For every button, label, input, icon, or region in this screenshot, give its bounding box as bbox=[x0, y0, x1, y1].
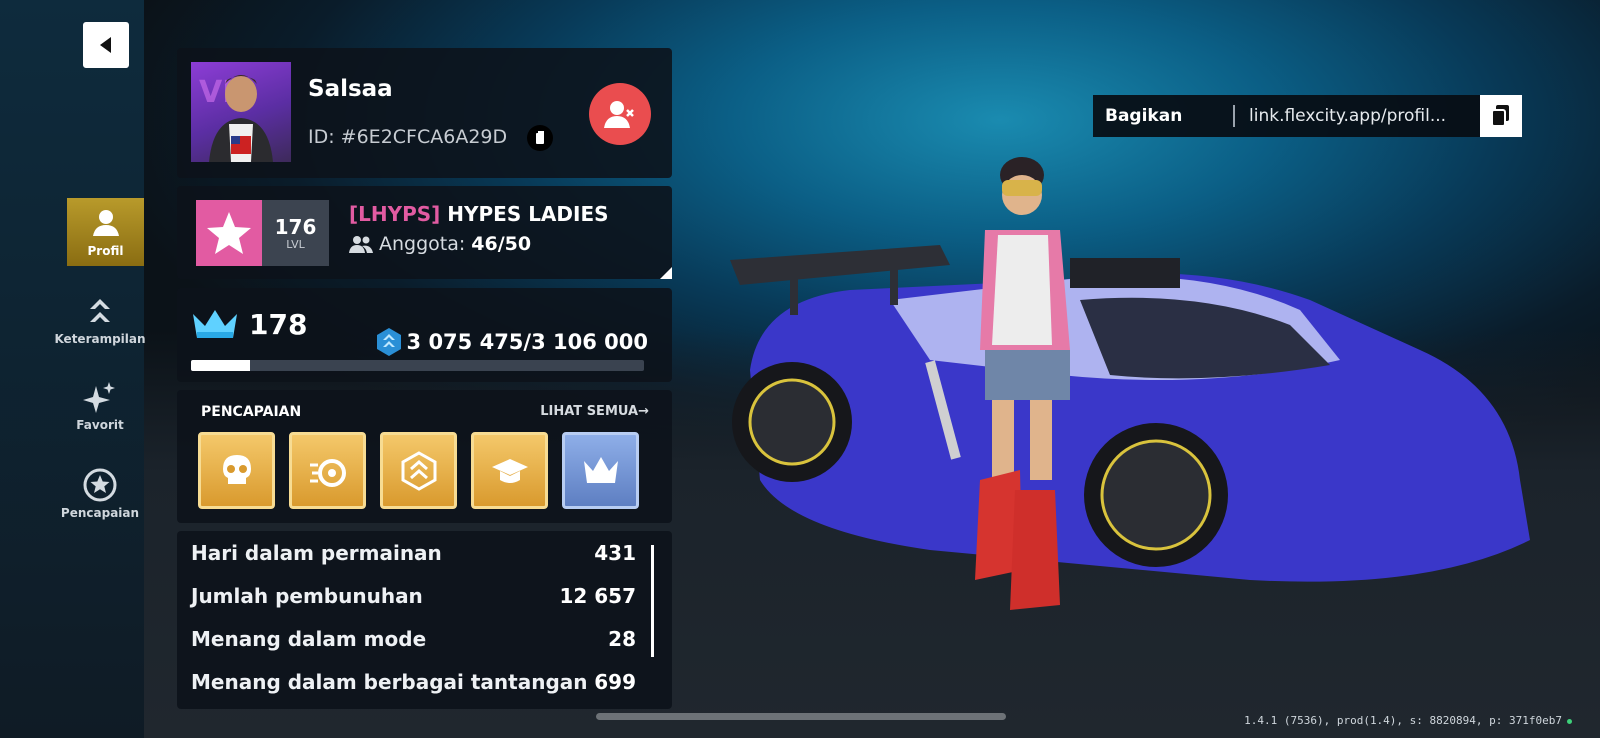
share-bar: Bagikan link.flexcity.app/profil... bbox=[1093, 95, 1522, 137]
rank-value: 178 bbox=[249, 308, 308, 341]
clan-level-value: 176 bbox=[274, 214, 317, 239]
achievement-badge[interactable] bbox=[562, 432, 639, 509]
share-copy-button[interactable] bbox=[1480, 95, 1522, 137]
achievement-badge[interactable] bbox=[471, 432, 548, 509]
clan-level-badge: 176 LVL bbox=[196, 200, 329, 266]
version-text: 1.4.1 (7536), prod(1.4), s: 8820894, p: … bbox=[1244, 714, 1562, 727]
clan-title: HYPES LADIES bbox=[447, 202, 609, 226]
sidebar-item-profil[interactable]: Profil bbox=[67, 198, 144, 266]
rank-xp: 3 075 475/3 106 000 bbox=[376, 328, 648, 356]
xp-progress-fill bbox=[191, 360, 250, 371]
achievements-card: PENCAPAIAN LIHAT SEMUA→ bbox=[177, 390, 672, 523]
stat-label: Hari dalam permainan bbox=[191, 541, 442, 565]
rank-card: 178 3 075 475/3 106 000 bbox=[177, 288, 672, 382]
graduation-cap-icon bbox=[491, 458, 528, 483]
clan-members: Anggota: 46/50 bbox=[349, 233, 531, 255]
sidebar-item-label: Profil bbox=[87, 244, 124, 258]
remove-user-icon bbox=[604, 101, 634, 128]
members-icon bbox=[349, 236, 373, 253]
back-button[interactable] bbox=[83, 22, 129, 68]
clan-level: 176 LVL bbox=[262, 200, 329, 266]
stats-scrollbar[interactable] bbox=[651, 545, 654, 657]
share-url[interactable]: link.flexcity.app/profil... bbox=[1235, 106, 1480, 126]
sidebar-item-label: Favorit bbox=[76, 418, 124, 432]
stat-label: Menang dalam berbagai tantangan bbox=[191, 670, 588, 694]
achievements-title: PENCAPAIAN bbox=[201, 404, 302, 420]
clan-card[interactable]: 176 LVL [LHYPS] HYPES LADIES Anggota: 46… bbox=[177, 186, 672, 279]
character-car-scene bbox=[730, 157, 1530, 610]
status-dot bbox=[1567, 719, 1572, 724]
clan-expand-corner bbox=[660, 267, 672, 279]
sidebar-item-keterampilan[interactable]: Keterampilan bbox=[54, 286, 146, 354]
see-all-link[interactable]: LIHAT SEMUA→ bbox=[540, 404, 649, 419]
player-id: ID: #6E2CFCA6A29D bbox=[308, 126, 508, 148]
sidebar-item-label: Keterampilan bbox=[54, 332, 146, 346]
clan-tag: [LHYPS] bbox=[349, 202, 441, 226]
stats-card: Hari dalam permainan 431 Jumlah pembunuh… bbox=[177, 531, 672, 709]
clan-star-emblem bbox=[196, 200, 262, 266]
stat-value: 699 bbox=[594, 670, 636, 694]
xp-progress-bar bbox=[191, 360, 644, 371]
home-indicator[interactable] bbox=[596, 713, 1006, 720]
share-label: Bagikan bbox=[1093, 105, 1235, 127]
person-icon bbox=[92, 210, 119, 236]
stat-value: 28 bbox=[608, 627, 636, 651]
clan-level-label: LVL bbox=[286, 237, 305, 251]
username: Salsaa bbox=[308, 76, 393, 102]
stat-label: Jumlah pembunuhan bbox=[191, 584, 423, 608]
avatar[interactable]: VIB bbox=[191, 62, 291, 162]
stat-row: Menang dalam berbagai tantangan 699 bbox=[191, 670, 636, 694]
stat-value: 12 657 bbox=[559, 584, 636, 608]
back-arrow-icon bbox=[100, 37, 111, 53]
sidebar-item-pencapaian[interactable]: Pencapaian bbox=[56, 460, 144, 528]
stat-value: 431 bbox=[594, 541, 636, 565]
achievement-badge[interactable] bbox=[289, 432, 366, 509]
double-chevron-up-icon bbox=[90, 299, 110, 322]
achievement-badge[interactable] bbox=[380, 432, 457, 509]
sidebar-item-favorit[interactable]: Favorit bbox=[56, 372, 144, 440]
crown-icon bbox=[583, 456, 618, 483]
sidebar: Profil Keterampilan Favorit Pencapaian bbox=[0, 0, 146, 738]
clan-name: [LHYPS] HYPES LADIES bbox=[349, 202, 609, 226]
crown-icon bbox=[193, 310, 237, 338]
stat-label: Menang dalam mode bbox=[191, 627, 427, 651]
stat-row: Menang dalam mode 28 bbox=[191, 627, 636, 651]
skull-icon bbox=[222, 454, 251, 484]
star-circle-icon bbox=[83, 468, 117, 502]
sidebar-item-label: Pencapaian bbox=[60, 506, 140, 520]
achievement-badge[interactable] bbox=[198, 432, 275, 509]
remove-friend-button[interactable] bbox=[589, 83, 651, 145]
star-icon bbox=[207, 212, 251, 254]
rank-xp-icon bbox=[376, 328, 401, 356]
clan-members-label: Anggota: bbox=[379, 233, 466, 255]
copy-id-button[interactable] bbox=[527, 125, 553, 151]
clan-members-value: 46/50 bbox=[471, 233, 532, 255]
rank-chevron-icon bbox=[401, 450, 436, 491]
wheel-speed-icon bbox=[309, 458, 346, 487]
copy-icon bbox=[536, 131, 544, 144]
stat-row: Hari dalam permainan 431 bbox=[191, 541, 636, 565]
copy-icon bbox=[1491, 105, 1509, 127]
rank-xp-text: 3 075 475/3 106 000 bbox=[406, 330, 648, 354]
stat-row: Jumlah pembunuhan 12 657 bbox=[191, 584, 636, 608]
sparkle-icon bbox=[83, 382, 115, 413]
avatar-portrait: VIB bbox=[199, 75, 273, 162]
profile-card: VIB Salsaa ID: #6E2CFCA6A29D bbox=[177, 48, 672, 178]
